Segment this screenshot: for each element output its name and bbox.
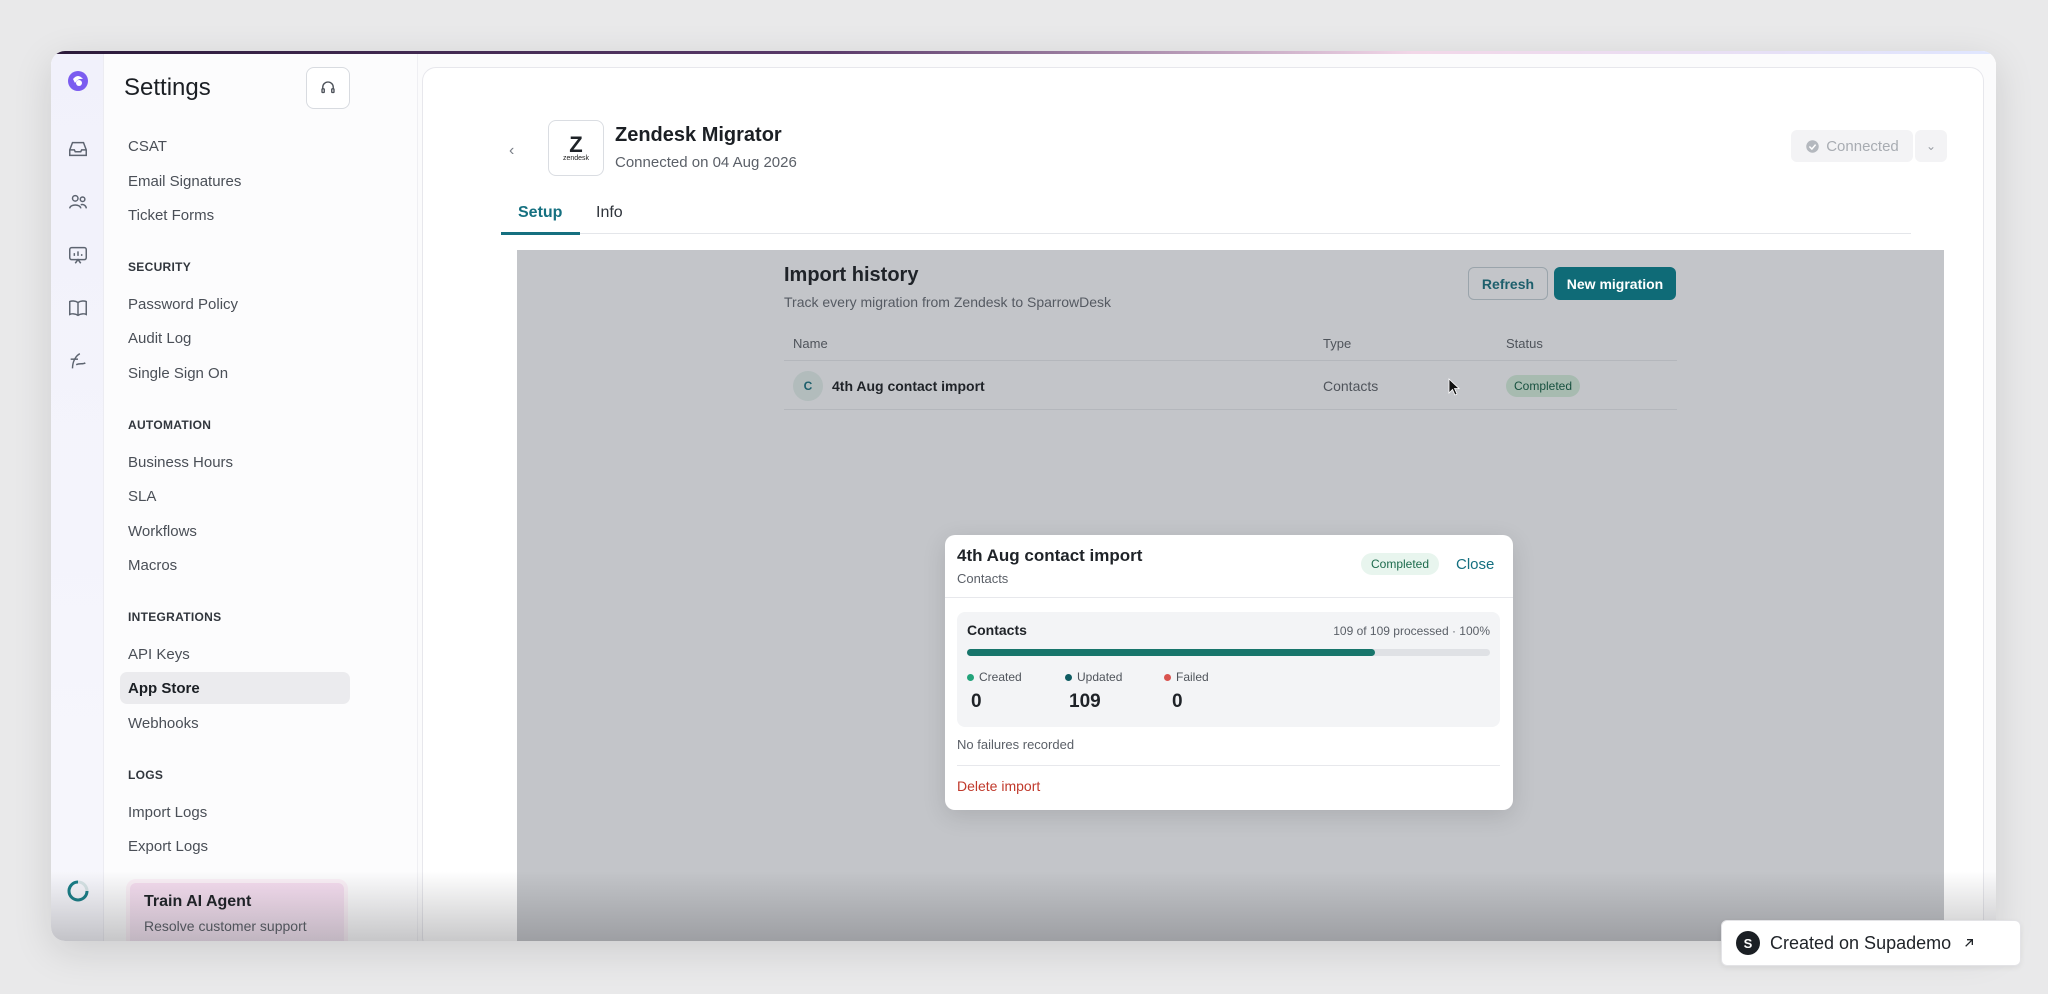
active-tab-underline: [501, 232, 580, 235]
train-ai-agent-card[interactable]: Train AI Agent Resolve customer support: [126, 879, 348, 941]
sidebar-item-ticket-forms[interactable]: Ticket Forms: [128, 207, 214, 224]
reports-icon[interactable]: [65, 242, 91, 268]
app-window: Settings CSAT Email Signatures Ticket Fo…: [51, 51, 1996, 941]
sidebar-item-app-store[interactable]: App Store: [128, 680, 200, 697]
headset-icon: [321, 81, 335, 94]
stat-created-label: Created: [967, 670, 1022, 684]
contacts-progress-card: Contacts 109 of 109 processed · 100% Cre…: [957, 612, 1500, 727]
stat-updated-value: 109: [1069, 691, 1101, 712]
settings-sidebar: Settings CSAT Email Signatures Ticket Fo…: [104, 54, 418, 941]
new-migration-button[interactable]: New migration: [1554, 267, 1676, 300]
stat-created-value: 0: [971, 691, 982, 712]
sidebar-item-api-keys[interactable]: API Keys: [128, 646, 190, 663]
zendesk-logo: Z zendesk: [548, 120, 604, 176]
row-status-badge: Completed: [1506, 375, 1581, 397]
sidebar-heading-integrations: INTEGRATIONS: [128, 610, 222, 624]
back-chevron-icon[interactable]: ‹: [509, 142, 514, 160]
sidebar-item-macros[interactable]: Macros: [128, 557, 177, 574]
icon-rail: [51, 54, 104, 941]
sidebar-item-audit-log[interactable]: Audit Log: [128, 330, 191, 347]
tab-setup[interactable]: Setup: [518, 204, 562, 222]
modal-title: 4th Aug contact import: [957, 546, 1143, 565]
stat-updated-label: Updated: [1065, 670, 1122, 684]
import-history-subtitle: Track every migration from Zendesk to Sp…: [784, 294, 1112, 310]
sidebar-item-single-sign-on[interactable]: Single Sign On: [128, 365, 228, 382]
column-header-status: Status: [1506, 336, 1543, 351]
sidebar-heading-automation: AUTOMATION: [128, 418, 212, 432]
knowledge-base-icon[interactable]: [65, 295, 91, 321]
table-divider: [784, 409, 1677, 410]
inbox-icon[interactable]: [65, 136, 91, 162]
stat-failed-label: Failed: [1164, 670, 1209, 684]
updated-dot-icon: [1065, 673, 1072, 681]
column-header-name: Name: [793, 336, 828, 351]
table-divider: [784, 360, 1677, 361]
sidebar-item-sla[interactable]: SLA: [128, 488, 156, 505]
stat-failed-value: 0: [1172, 691, 1183, 712]
brand-logo-icon[interactable]: [65, 68, 91, 94]
chevron-down-icon[interactable]: ⌄: [1915, 130, 1947, 162]
sidebar-heading-logs: LOGS: [128, 768, 164, 782]
sidebar-item-password-policy[interactable]: Password Policy: [128, 296, 238, 313]
processed-count: 109 of 109 processed · 100%: [1333, 624, 1490, 638]
supademo-badge[interactable]: S Created on Supademo: [1721, 920, 2021, 966]
app-title: Zendesk Migrator: [615, 124, 782, 146]
app-connected-date: Connected on 04 Aug 2026: [615, 154, 797, 171]
contacts-icon[interactable]: [65, 189, 91, 215]
import-detail-modal: 4th Aug contact import Contacts Complete…: [945, 535, 1513, 810]
external-link-icon: [1965, 939, 1974, 947]
sidebar-item-csat[interactable]: CSAT: [128, 138, 167, 155]
modal-status-badge: Completed: [1361, 553, 1440, 575]
sidebar-item-import-logs[interactable]: Import Logs: [128, 804, 207, 821]
column-header-type: Type: [1323, 336, 1352, 351]
progress-fill: [967, 649, 1375, 656]
created-dot-icon: [967, 673, 974, 681]
support-button[interactable]: [306, 67, 350, 109]
loading-ring-icon: [65, 878, 91, 904]
ai-agent-icon[interactable]: [65, 348, 91, 374]
ai-card-title: Train AI Agent: [144, 893, 252, 910]
progress-card-title: Contacts: [967, 622, 1027, 638]
delete-import-button[interactable]: Delete import: [957, 778, 1040, 794]
modal-divider: [957, 765, 1500, 766]
mouse-cursor-icon: [1448, 378, 1460, 396]
check-circle-icon: [1806, 139, 1819, 153]
row-type: Contacts: [1323, 378, 1379, 394]
failed-dot-icon: [1164, 673, 1171, 681]
no-failures-text: No failures recorded: [957, 737, 1075, 752]
progress-track: [967, 649, 1490, 656]
row-avatar: C: [793, 371, 823, 401]
supademo-logo-icon: S: [1736, 931, 1760, 955]
tab-bar: Setup Info: [501, 196, 1911, 235]
refresh-button[interactable]: Refresh: [1468, 267, 1548, 300]
tab-info[interactable]: Info: [596, 204, 623, 222]
sidebar-item-email-signatures[interactable]: Email Signatures: [128, 173, 241, 190]
supademo-text: Created on Supademo: [1770, 932, 1952, 953]
sidebar-item-business-hours[interactable]: Business Hours: [128, 454, 233, 471]
sidebar-item-export-logs[interactable]: Export Logs: [128, 838, 208, 855]
sidebar-heading-security: SECURITY: [128, 260, 192, 274]
row-name[interactable]: 4th Aug contact import: [832, 378, 985, 394]
modal-divider: [945, 597, 1513, 598]
ai-card-subtitle: Resolve customer support: [144, 918, 307, 934]
modal-subtitle: Contacts: [957, 571, 1009, 586]
import-history-title: Import history: [784, 264, 919, 286]
sidebar-item-webhooks[interactable]: Webhooks: [128, 715, 199, 732]
modal-close-button[interactable]: Close: [1456, 556, 1494, 573]
sidebar-title: Settings: [124, 74, 211, 101]
connected-status-button[interactable]: Connected: [1791, 130, 1913, 162]
sidebar-item-workflows[interactable]: Workflows: [128, 523, 197, 540]
